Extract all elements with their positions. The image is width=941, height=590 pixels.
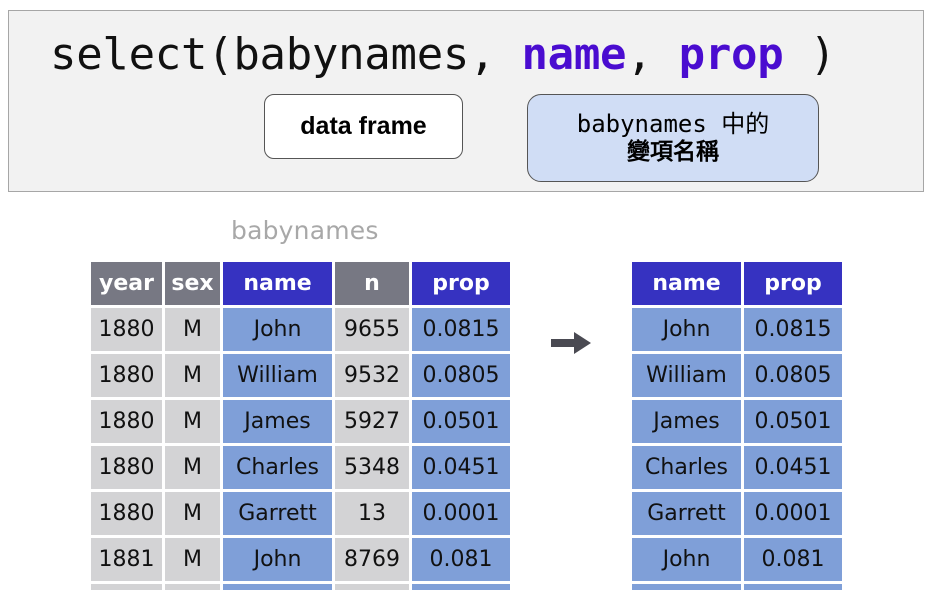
table-cell-n: 5348 (335, 446, 409, 489)
table-cell-name: Garrett (632, 492, 741, 535)
result-table: name prop John 0.0815 William 0.0805 James 0.05… (632, 262, 842, 590)
table-cell-cutoff (632, 584, 741, 590)
source-table-title: babynames (231, 216, 379, 245)
table-cell-prop: 0.081 (744, 538, 842, 581)
variable-names-label-line1: babynames 中的 (576, 110, 770, 138)
table-cell-year: 1880 (91, 354, 162, 397)
table-cell-cutoff (91, 584, 162, 590)
table-cell-cutoff (412, 584, 510, 590)
table-cell-year: 1880 (91, 308, 162, 351)
table-cell-prop: 0.0001 (744, 492, 842, 535)
table-cell-cutoff (335, 584, 409, 590)
table-cell-year: 1880 (91, 492, 162, 535)
table-cell-sex: M (165, 354, 220, 397)
variable-names-label-line2: 變項名稱 (627, 139, 719, 165)
table-cell-sex: M (165, 538, 220, 581)
argument-name: name (521, 29, 627, 80)
table-cell-prop: 0.0451 (744, 446, 842, 489)
dataset-argument: babynames (233, 29, 470, 80)
table-cell-sex: M (165, 400, 220, 443)
separator: , (469, 29, 522, 80)
table-cell-name: Charles (223, 446, 332, 489)
separator: , (626, 29, 679, 80)
table-cell-cutoff (223, 584, 332, 590)
table-cell-n: 13 (335, 492, 409, 535)
table-cell-name: James (223, 400, 332, 443)
table-cell-name: Garrett (223, 492, 332, 535)
source-table: year sex name n prop 1880 M John 9655 0.0815 1880 M… (91, 262, 510, 590)
table-cell-cutoff (165, 584, 220, 590)
table-cell-year: 1880 (91, 400, 162, 443)
table-cell-n: 9655 (335, 308, 409, 351)
data-frame-label-text: data frame (300, 112, 427, 140)
table-cell-n: 8769 (335, 538, 409, 581)
table-cell-name: William (223, 354, 332, 397)
table-cell-prop: 0.0001 (412, 492, 510, 535)
column-header-prop: prop (744, 262, 842, 305)
table-cell-name: John (223, 308, 332, 351)
column-header-name: name (223, 262, 332, 305)
column-header-year: year (91, 262, 162, 305)
table-cell-name: Charles (632, 446, 741, 489)
table-cell-prop: 0.0805 (412, 354, 510, 397)
data-frame-label: data frame (264, 94, 463, 159)
table-cell-prop: 0.0815 (744, 308, 842, 351)
function-name: select (50, 29, 208, 80)
table-cell-name: William (632, 354, 741, 397)
column-header-name: name (632, 262, 741, 305)
table-cell-prop: 0.081 (412, 538, 510, 581)
table-cell-prop: 0.0815 (412, 308, 510, 351)
table-cell-sex: M (165, 446, 220, 489)
variable-names-label: babynames 中的 變項名稱 (527, 94, 819, 182)
table-cell-prop: 0.0451 (412, 446, 510, 489)
table-cell-year: 1880 (91, 446, 162, 489)
table-cell-name: John (223, 538, 332, 581)
table-cell-sex: M (165, 492, 220, 535)
column-header-sex: sex (165, 262, 220, 305)
table-cell-name: John (632, 538, 741, 581)
column-header-n: n (335, 262, 409, 305)
column-header-prop: prop (412, 262, 510, 305)
table-cell-name: James (632, 400, 741, 443)
table-cell-name: John (632, 308, 741, 351)
open-paren: ( (207, 29, 234, 80)
table-cell-prop: 0.0805 (744, 354, 842, 397)
table-cell-prop: 0.0501 (744, 400, 842, 443)
table-cell-year: 1881 (91, 538, 162, 581)
code-expression: select(babynames, name, prop ) (50, 29, 836, 81)
table-cell-n: 9532 (335, 354, 409, 397)
code-panel: select(babynames, name, prop ) data fram… (8, 10, 924, 192)
table-cell-n: 5927 (335, 400, 409, 443)
table-cell-sex: M (165, 308, 220, 351)
table-cell-cutoff (744, 584, 842, 590)
argument-prop: prop (678, 29, 784, 80)
table-cell-prop: 0.0501 (412, 400, 510, 443)
right-arrow-icon (551, 332, 591, 354)
close-paren: ) (783, 29, 837, 80)
